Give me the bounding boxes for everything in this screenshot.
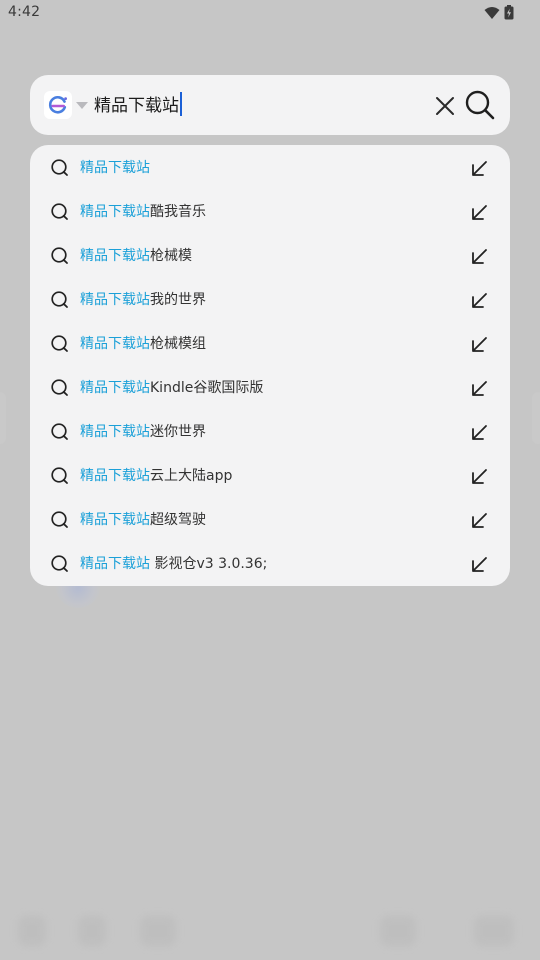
suggestion-match: 精品下载站	[80, 556, 150, 572]
suggestion-match: 精品下载站	[80, 468, 150, 484]
suggestion-item[interactable]: 精品下载站超级驾驶	[30, 498, 510, 542]
fill-query-button[interactable]	[466, 156, 492, 182]
suggestion-text: 精品下载站Kindle谷歌国际版	[80, 378, 263, 398]
search-icon	[51, 203, 68, 220]
search-bar: 精品下载站	[30, 75, 510, 135]
suggestion-match: 精品下载站	[80, 380, 150, 396]
suggestion-text: 精品下载站迷你世界	[80, 422, 206, 442]
fill-query-button[interactable]	[466, 288, 492, 314]
search-icon	[51, 159, 68, 176]
suggestion-text: 精品下载站 影视仓v3 3.0.36;	[80, 554, 267, 574]
fill-query-button[interactable]	[466, 464, 492, 490]
status-bar: 4:42	[0, 0, 540, 24]
search-engine-selector[interactable]	[44, 91, 94, 119]
suggestion-rest: 超级驾驶	[150, 512, 206, 528]
status-icons	[484, 5, 514, 20]
arrow-up-left-icon	[472, 205, 487, 220]
suggestion-rest: 酷我音乐	[150, 204, 206, 220]
suggestion-text: 精品下载站枪械模组	[80, 334, 206, 354]
suggestion-text: 精品下载站枪械模	[80, 246, 192, 266]
suggestion-rest: 我的世界	[150, 292, 206, 308]
search-icon	[465, 90, 495, 120]
browser-logo-icon	[44, 91, 72, 119]
suggestion-item[interactable]: 精品下载站枪械模组	[30, 322, 510, 366]
suggestion-match: 精品下载站	[80, 292, 150, 308]
arrow-up-left-icon	[472, 249, 487, 264]
suggestion-match: 精品下载站	[80, 424, 150, 440]
wifi-icon	[484, 6, 500, 19]
suggestion-rest: Kindle谷歌国际版	[150, 380, 264, 396]
arrow-up-left-icon	[472, 293, 487, 308]
suggestion-text: 精品下载站超级驾驶	[80, 510, 206, 530]
battery-icon	[504, 5, 514, 20]
status-time: 4:42	[8, 4, 41, 20]
arrow-up-left-icon	[472, 337, 487, 352]
suggestion-item[interactable]: 精品下载站枪械模	[30, 234, 510, 278]
arrow-up-left-icon	[472, 381, 487, 396]
search-query-text: 精品下载站	[94, 96, 179, 116]
search-icon	[51, 511, 68, 528]
fill-query-button[interactable]	[466, 420, 492, 446]
search-icon	[51, 467, 68, 484]
suggestion-match: 精品下载站	[80, 512, 150, 528]
suggestion-list: 精品下载站 精品下载站酷我音乐 精品下载站枪械模 精品下载站我的世界 精品下载站…	[30, 145, 510, 586]
suggestion-rest: 云上大陆app	[150, 468, 233, 484]
suggestion-match: 精品下载站	[80, 204, 150, 220]
search-icon	[51, 555, 68, 572]
suggestion-item[interactable]: 精品下载站 影视仓v3 3.0.36;	[30, 542, 510, 586]
arrow-up-left-icon	[472, 557, 487, 572]
search-icon	[51, 379, 68, 396]
suggestion-item[interactable]: 精品下载站	[30, 146, 510, 190]
suggestion-item[interactable]: 精品下载站Kindle谷歌国际版	[30, 366, 510, 410]
suggestion-match: 精品下载站	[80, 248, 150, 264]
fill-query-button[interactable]	[466, 200, 492, 226]
fill-query-button[interactable]	[466, 508, 492, 534]
suggestion-text: 精品下载站酷我音乐	[80, 202, 206, 222]
suggestion-item[interactable]: 精品下载站迷你世界	[30, 410, 510, 454]
suggestion-rest: 枪械模组	[150, 336, 206, 352]
fill-query-button[interactable]	[466, 552, 492, 578]
search-button[interactable]	[462, 87, 498, 123]
suggestion-rest: 枪械模	[150, 248, 192, 264]
arrow-up-left-icon	[472, 513, 487, 528]
search-icon	[51, 247, 68, 264]
suggestion-rest: 迷你世界	[150, 424, 206, 440]
arrow-up-left-icon	[472, 425, 487, 440]
fill-query-button[interactable]	[466, 332, 492, 358]
suggestion-item[interactable]: 精品下载站云上大陆app	[30, 454, 510, 498]
suggestion-item[interactable]: 精品下载站我的世界	[30, 278, 510, 322]
arrow-up-left-icon	[472, 469, 487, 484]
search-icon	[51, 291, 68, 308]
background-bottom-nav	[0, 900, 540, 960]
chevron-down-icon	[76, 101, 88, 109]
suggestion-item[interactable]: 精品下载站酷我音乐	[30, 190, 510, 234]
clear-button[interactable]	[430, 91, 460, 121]
arrow-up-left-icon	[472, 161, 487, 176]
suggestion-match: 精品下载站	[80, 160, 150, 176]
suggestion-rest: 影视仓v3 3.0.36;	[150, 556, 268, 572]
suggestion-text: 精品下载站云上大陆app	[80, 466, 232, 486]
fill-query-button[interactable]	[466, 244, 492, 270]
suggestion-text: 精品下载站我的世界	[80, 290, 206, 310]
search-icon	[51, 335, 68, 352]
suggestion-text: 精品下载站	[80, 158, 150, 178]
search-input[interactable]: 精品下载站	[94, 92, 182, 118]
search-icon	[51, 423, 68, 440]
suggestion-match: 精品下载站	[80, 336, 150, 352]
close-icon	[436, 97, 454, 115]
fill-query-button[interactable]	[466, 376, 492, 402]
text-cursor	[180, 92, 182, 116]
background-card-edge	[532, 392, 540, 444]
background-card-edge	[0, 392, 6, 444]
